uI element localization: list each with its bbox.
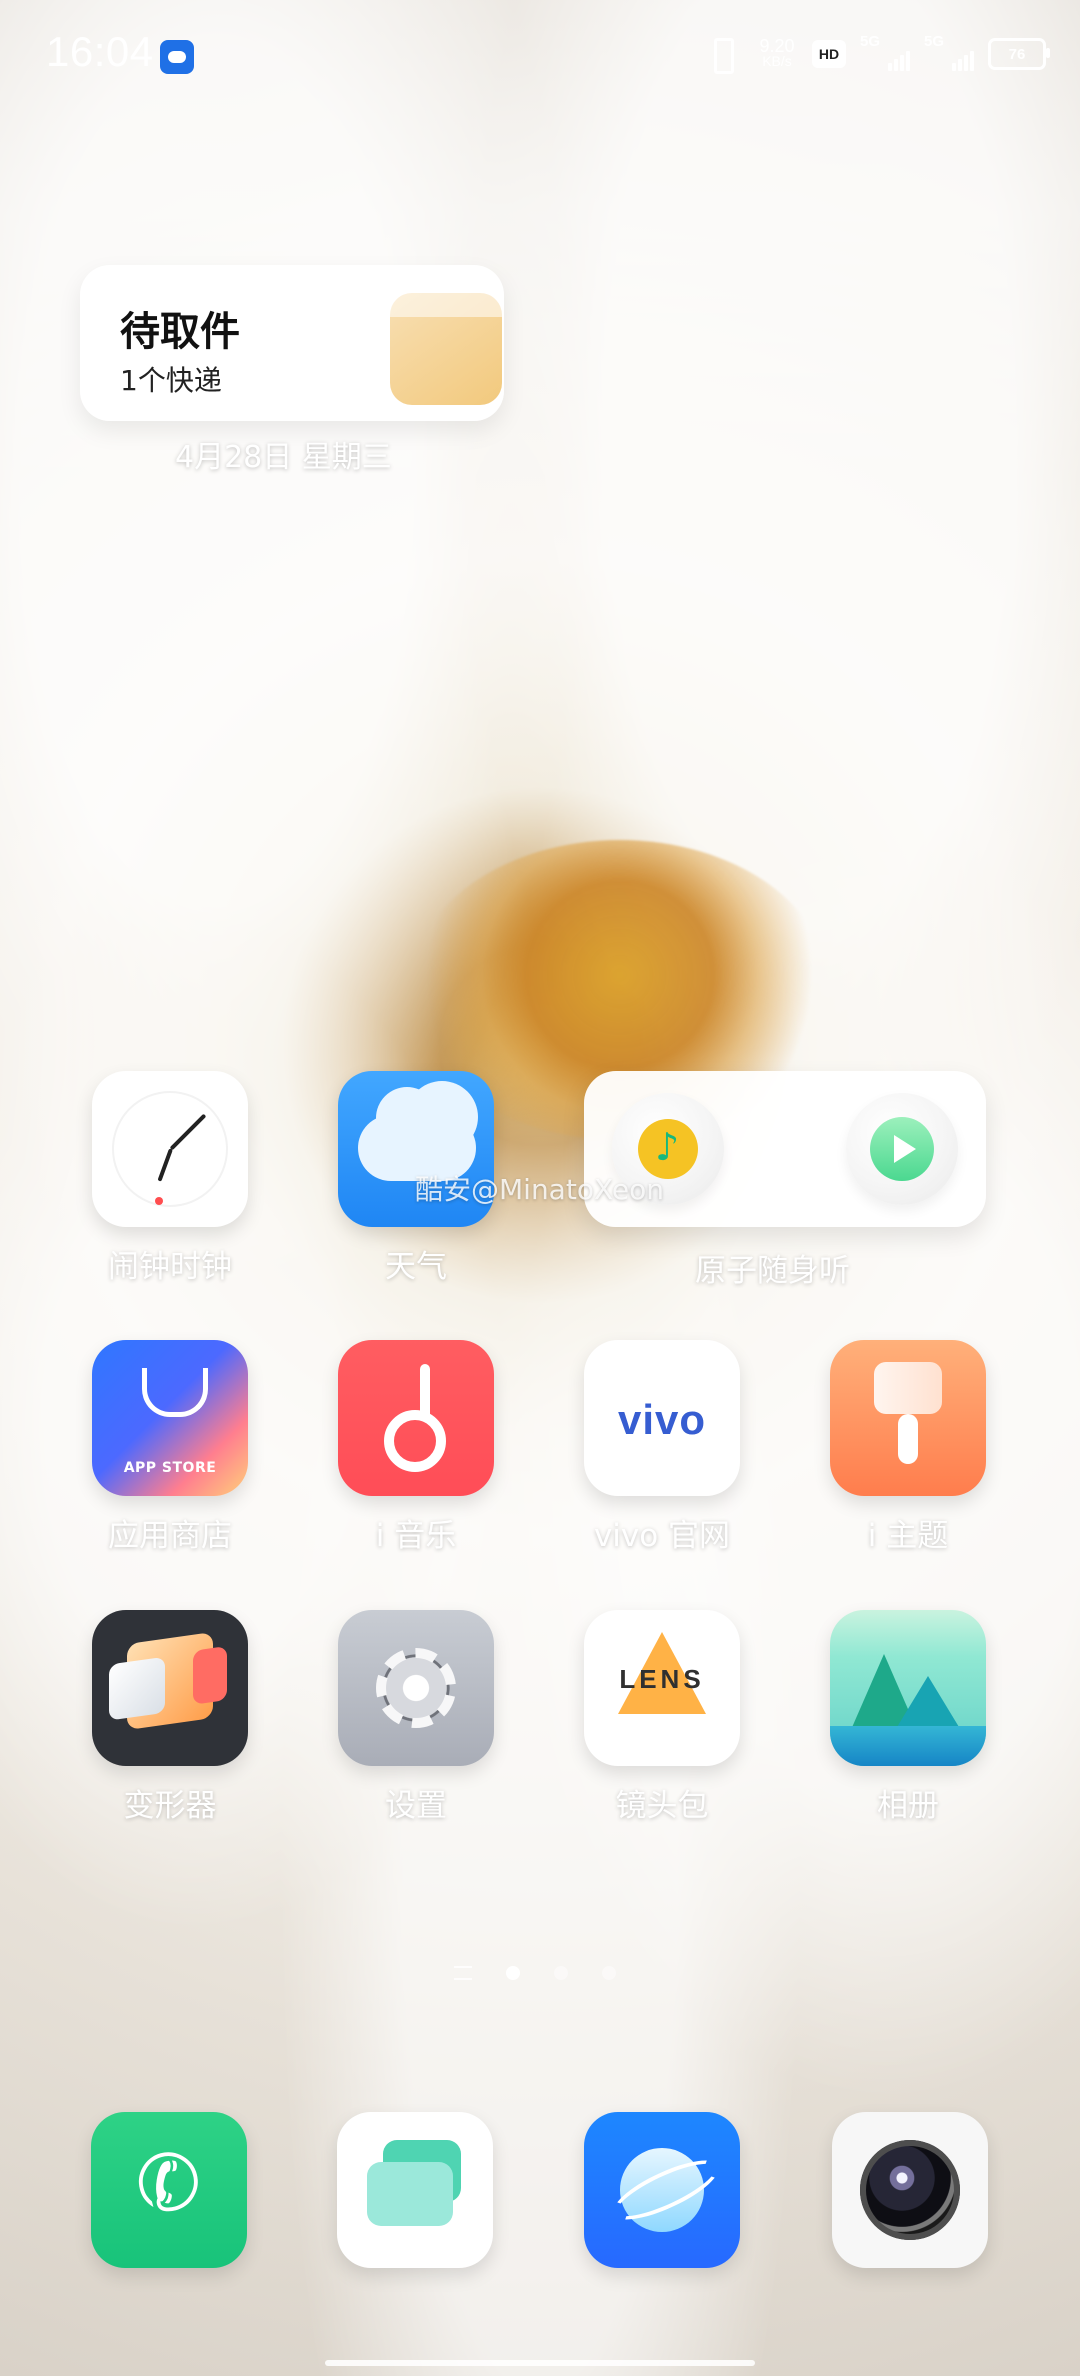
page-menu-icon[interactable] [454,1966,472,1980]
album-icon[interactable] [830,1610,986,1766]
network-speed: 9.20 KB/s [756,36,798,69]
music-note-glyph [384,1364,452,1472]
signal-sim2: 5G [924,33,974,71]
clock-hour-hand [169,1113,207,1151]
clock-red-dot [155,1197,163,1205]
app-transformer[interactable]: 变形器 [90,1610,250,1825]
app-album[interactable]: 相册 [828,1610,988,1825]
battery-indicator: 76 [988,38,1050,70]
app-label-imusic: i 音乐 [375,1518,457,1554]
watermark-text: 酷安@MinatoXeon [415,1173,664,1206]
home-screen: 16:04 9.20 KB/s HD 5G 5G 76 待取件 1个快递 4月2… [0,0,1080,2376]
camera-icon [860,2140,960,2240]
phone-icon: ✆ [125,2132,213,2236]
page-dot-2[interactable] [554,1966,568,1980]
app-clock[interactable]: 闹钟时钟 [90,1071,250,1286]
paintbrush-handle [898,1414,918,1464]
status-time: 16:04 [46,28,154,75]
app-label-itheme: i 主题 [867,1518,949,1554]
cube-icon[interactable] [92,1610,248,1766]
paintbrush-icon[interactable] [830,1340,986,1496]
app-label-settings: 设置 [385,1788,447,1824]
dock-camera-app[interactable] [832,2112,988,2268]
app-label-store: 应用商店 [108,1518,232,1554]
music-note-icon[interactable] [338,1340,494,1496]
settings-icon[interactable] [338,1610,494,1766]
package-widget-title: 待取件 [120,309,240,355]
lake-shape [830,1726,986,1766]
signal-sim1: 5G [860,33,910,71]
hd-indicator: HD [812,40,846,68]
play-button[interactable] [846,1093,958,1205]
lens-icon[interactable]: LENS [584,1610,740,1766]
app-settings[interactable]: 设置 [336,1610,496,1825]
network-speed-value: 9.20 [759,36,795,56]
dock-messages-app[interactable] [337,2112,493,2268]
music-widget-label: 原子随身听 [695,1253,850,1289]
mountain-right [894,1676,962,1732]
app-label-vivo: vivo 官网 [593,1518,731,1554]
gear-icon [366,1638,466,1738]
message-bubble-icon [367,2162,453,2226]
app-label-lens: 镜头包 [615,1788,709,1824]
signal-sim1-label: 5G [860,33,881,50]
package-box-icon [390,293,502,405]
app-notification-icon [160,40,194,74]
app-vivo-official[interactable]: vivo vivo 官网 [582,1340,742,1555]
clock-icon[interactable] [92,1071,248,1227]
page-indicator[interactable] [454,1966,616,1980]
status-bar: 16:04 9.20 KB/s HD 5G 5G 76 [0,0,1080,110]
signal-sim2-label: 5G [924,33,945,50]
app-label-album: 相册 [877,1788,939,1824]
page-dot-1[interactable] [506,1966,520,1980]
app-store-u-icon [142,1368,208,1417]
play-icon [870,1117,934,1181]
app-imusic[interactable]: i 音乐 [336,1340,496,1555]
app-lens-pack[interactable]: LENS 镜头包 [582,1610,742,1825]
app-store-badge: APP STORE [123,1460,217,1476]
clock-minute-hand [157,1148,173,1182]
app-label-weather: 天气 [385,1249,447,1285]
network-speed-unit: KB/s [762,53,792,69]
app-itheme[interactable]: i 主题 [828,1340,988,1555]
app-label-transformer: 变形器 [123,1788,217,1824]
date-label: 4月28日 星期三 [175,440,392,475]
dock-phone-app[interactable]: ✆ [91,2112,247,2268]
dock-browser-app[interactable] [584,2112,740,2268]
clock-face [112,1091,228,1207]
lens-logo-text: LENS [619,1664,705,1694]
page-dot-3[interactable] [602,1966,616,1980]
app-label-clock: 闹钟时钟 [108,1249,232,1285]
cube-shape [127,1631,213,1731]
package-widget-subtitle: 1个快递 [120,364,222,397]
gesture-bar[interactable] [325,2360,755,2366]
vibrate-icon [702,36,742,74]
app-store-icon[interactable]: APP STORE [92,1340,248,1496]
signal-sim1-bars [888,51,910,71]
app-store[interactable]: APP STORE 应用商店 [90,1340,250,1555]
status-right-group: 9.20 KB/s HD 5G 5G 76 [702,33,1050,74]
paintbrush-head [874,1362,942,1414]
vivo-logo-text: vivo [617,1396,707,1443]
signal-sim2-bars [952,51,974,71]
vivo-logo-icon[interactable]: vivo [584,1340,740,1496]
package-widget[interactable]: 待取件 1个快递 [80,265,504,421]
